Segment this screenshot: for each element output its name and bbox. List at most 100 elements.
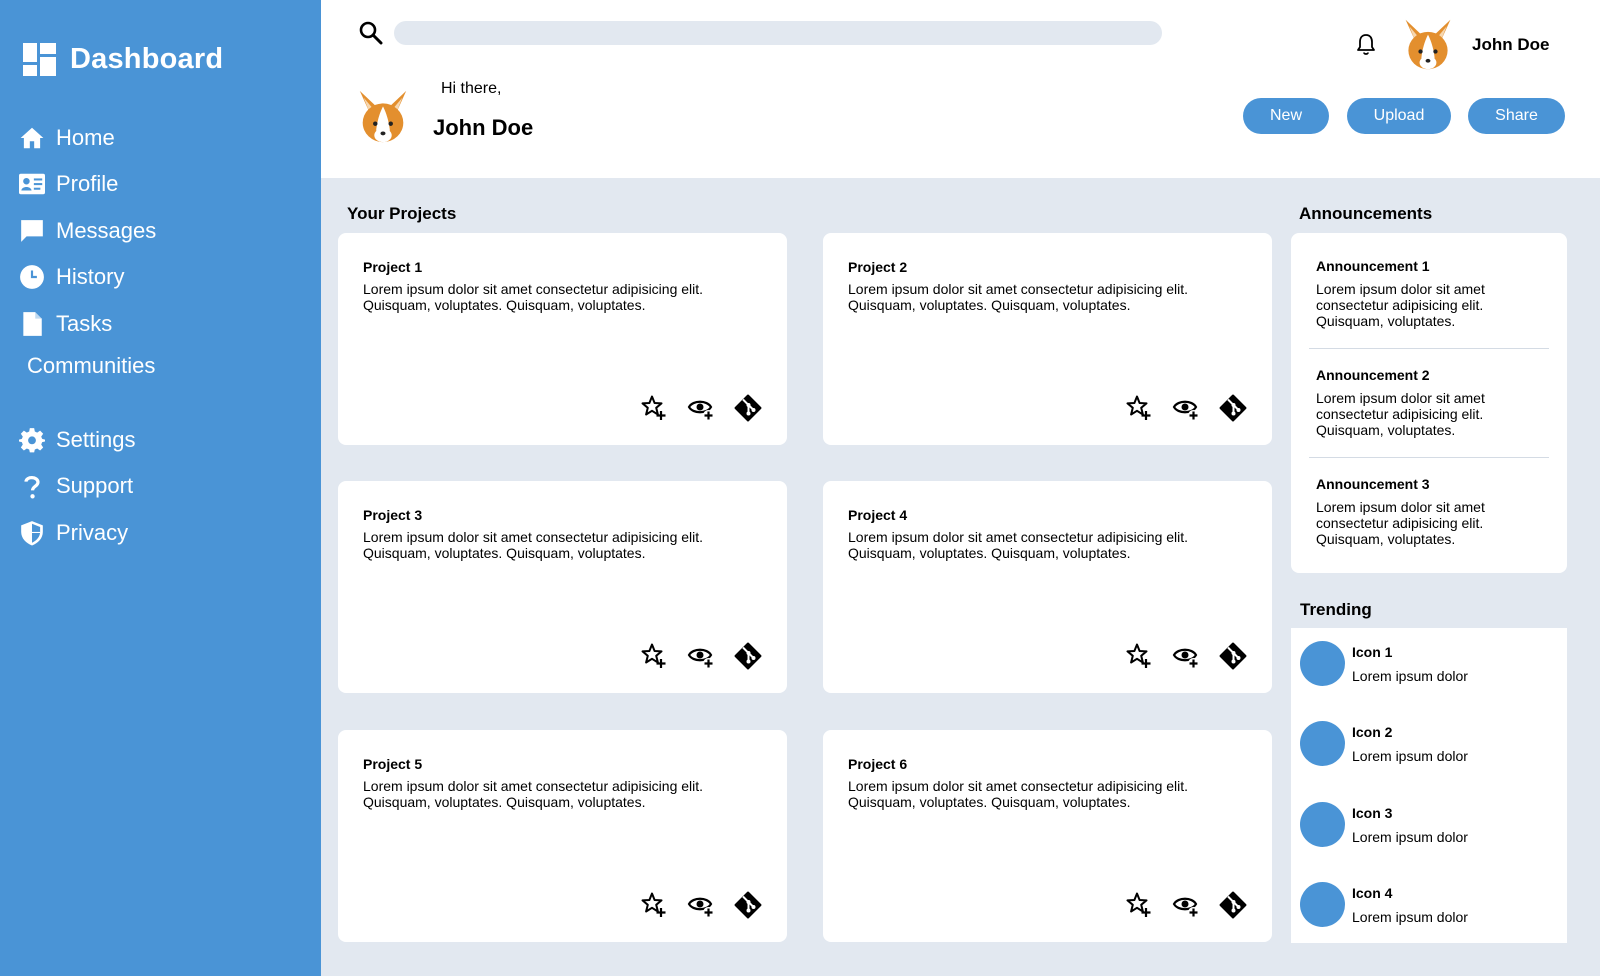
project-title: Project 1 bbox=[363, 259, 423, 275]
star-plus-icon[interactable] bbox=[639, 393, 669, 423]
announcement-body: Lorem ipsum dolor sit amet consectetur a… bbox=[1316, 390, 1485, 438]
bell-icon[interactable] bbox=[1355, 32, 1377, 56]
sidebar-item-label: Support bbox=[56, 473, 134, 498]
trending-item[interactable]: Icon 2 Lorem ipsum dolor bbox=[1300, 721, 1468, 766]
project-card[interactable]: Project 4 Lorem ipsum dolor sit amet con… bbox=[823, 481, 1272, 693]
announcement-item[interactable]: Announcement 1 Lorem ipsum dolor sit ame… bbox=[1316, 258, 1552, 329]
header: John Doe Hi there, John Doe New Upload S… bbox=[321, 0, 1600, 178]
projects-title: Your Projects bbox=[347, 204, 457, 223]
share-button[interactable]: Share bbox=[1468, 98, 1565, 134]
welcome-avatar bbox=[354, 87, 412, 145]
trending-title-text: Icon 4 bbox=[1352, 885, 1393, 901]
announcement-item[interactable]: Announcement 3 Lorem ipsum dolor sit ame… bbox=[1316, 476, 1552, 547]
announcement-title: Announcement 3 bbox=[1316, 476, 1430, 492]
announcement-item[interactable]: Announcement 2 Lorem ipsum dolor sit ame… bbox=[1316, 367, 1552, 438]
project-actions bbox=[622, 393, 763, 423]
sidebar-item-home[interactable]: Home bbox=[18, 124, 115, 152]
upload-button[interactable]: Upload bbox=[1347, 98, 1451, 134]
trending-panel: Icon 1 Lorem ipsum dolor Icon 2 Lorem ip… bbox=[1291, 628, 1567, 943]
git-icon[interactable] bbox=[1218, 641, 1248, 671]
watch-plus-icon[interactable] bbox=[686, 393, 716, 423]
trending-item[interactable]: Icon 1 Lorem ipsum dolor bbox=[1300, 641, 1468, 686]
search-input[interactable] bbox=[394, 21, 1162, 45]
sidebar-item-settings[interactable]: Settings bbox=[18, 426, 136, 454]
sidebar-item-label: Messages bbox=[56, 218, 157, 243]
announcements-title: Announcements bbox=[1299, 204, 1433, 223]
trending-title-text: Icon 1 bbox=[1352, 644, 1393, 660]
star-plus-icon[interactable] bbox=[1124, 890, 1154, 920]
trending-subtitle: Lorem ipsum dolor bbox=[1352, 829, 1468, 845]
watch-plus-icon[interactable] bbox=[1171, 641, 1201, 671]
user-name[interactable]: John Doe bbox=[1472, 35, 1549, 55]
trending-item[interactable]: Icon 4 Lorem ipsum dolor bbox=[1300, 882, 1468, 927]
star-plus-icon[interactable] bbox=[1124, 393, 1154, 423]
project-description: Lorem ipsum dolor sit amet consectetur a… bbox=[848, 529, 1189, 561]
sidebar-item-profile[interactable]: Profile bbox=[18, 170, 118, 198]
brand[interactable]: Dashboard bbox=[23, 43, 223, 76]
sidebar-item-messages[interactable]: Messages bbox=[18, 217, 156, 245]
sidebar-item-label: Home bbox=[56, 125, 115, 150]
search-icon[interactable] bbox=[358, 20, 384, 46]
sidebar-item-label: Tasks bbox=[56, 311, 113, 336]
chat-icon bbox=[18, 217, 46, 245]
project-card[interactable]: Project 1 Lorem ipsum dolor sit amet con… bbox=[338, 233, 787, 445]
trending-subtitle: Lorem ipsum dolor bbox=[1352, 748, 1468, 764]
announcement-title: Announcement 2 bbox=[1316, 367, 1430, 383]
sidebar-item-communities[interactable]: Communities bbox=[27, 353, 155, 379]
sidebar-item-privacy[interactable]: Privacy bbox=[18, 519, 128, 547]
star-plus-icon[interactable] bbox=[639, 641, 669, 671]
sidebar-item-label: Settings bbox=[56, 427, 136, 452]
trending-title-text: Icon 2 bbox=[1352, 724, 1393, 740]
git-icon[interactable] bbox=[1218, 393, 1248, 423]
trending-avatar bbox=[1300, 882, 1345, 927]
git-icon[interactable] bbox=[733, 393, 763, 423]
project-title: Project 3 bbox=[363, 507, 423, 523]
trending-subtitle: Lorem ipsum dolor bbox=[1352, 909, 1468, 925]
sidebar-item-label: Privacy bbox=[56, 520, 129, 545]
sidebar-item-label: History bbox=[56, 264, 125, 289]
sidebar-item-support[interactable]: Support bbox=[18, 472, 133, 500]
project-card[interactable]: Project 6 Lorem ipsum dolor sit amet con… bbox=[823, 730, 1272, 942]
project-description: Lorem ipsum dolor sit amet consectetur a… bbox=[363, 281, 704, 313]
star-plus-icon[interactable] bbox=[639, 890, 669, 920]
brand-title: Dashboard bbox=[70, 43, 224, 75]
home-icon bbox=[18, 124, 46, 152]
watch-plus-icon[interactable] bbox=[686, 641, 716, 671]
trending-item[interactable]: Icon 3 Lorem ipsum dolor bbox=[1300, 802, 1468, 847]
welcome-name: John Doe bbox=[433, 115, 534, 140]
announcements-panel: Announcement 1 Lorem ipsum dolor sit ame… bbox=[1291, 233, 1567, 573]
announcement-title: Announcement 1 bbox=[1316, 258, 1430, 274]
new-button[interactable]: New bbox=[1243, 98, 1329, 134]
git-icon[interactable] bbox=[1218, 890, 1248, 920]
document-icon bbox=[18, 310, 46, 338]
project-card[interactable]: Project 3 Lorem ipsum dolor sit amet con… bbox=[338, 481, 787, 693]
project-title: Project 2 bbox=[848, 259, 908, 275]
sidebar: Dashboard Home Profile Messages History … bbox=[0, 0, 321, 976]
git-icon[interactable] bbox=[733, 890, 763, 920]
project-title: Project 5 bbox=[363, 756, 423, 772]
sidebar-item-history[interactable]: History bbox=[18, 263, 124, 291]
watch-plus-icon[interactable] bbox=[1171, 890, 1201, 920]
sidebar-item-tasks[interactable]: Tasks bbox=[18, 310, 112, 338]
project-actions bbox=[1107, 641, 1248, 671]
trending-avatar bbox=[1300, 641, 1345, 686]
sidebar-item-label: Profile bbox=[56, 171, 119, 196]
user-avatar[interactable] bbox=[1400, 16, 1456, 72]
trending-subtitle: Lorem ipsum dolor bbox=[1352, 668, 1468, 684]
star-plus-icon[interactable] bbox=[1124, 641, 1154, 671]
divider bbox=[1309, 457, 1549, 458]
trending-avatar bbox=[1300, 802, 1345, 847]
divider bbox=[1309, 348, 1549, 349]
trending-title-text: Icon 3 bbox=[1352, 805, 1393, 821]
git-icon[interactable] bbox=[733, 641, 763, 671]
project-card[interactable]: Project 2 Lorem ipsum dolor sit amet con… bbox=[823, 233, 1272, 445]
announcement-body: Lorem ipsum dolor sit amet consectetur a… bbox=[1316, 499, 1485, 547]
watch-plus-icon[interactable] bbox=[686, 890, 716, 920]
project-card[interactable]: Project 5 Lorem ipsum dolor sit amet con… bbox=[338, 730, 787, 942]
project-actions bbox=[622, 890, 763, 920]
watch-plus-icon[interactable] bbox=[1171, 393, 1201, 423]
gear-icon bbox=[18, 426, 46, 454]
shield-icon bbox=[18, 519, 46, 547]
trending-title: Trending bbox=[1300, 600, 1372, 619]
project-actions bbox=[1107, 890, 1248, 920]
